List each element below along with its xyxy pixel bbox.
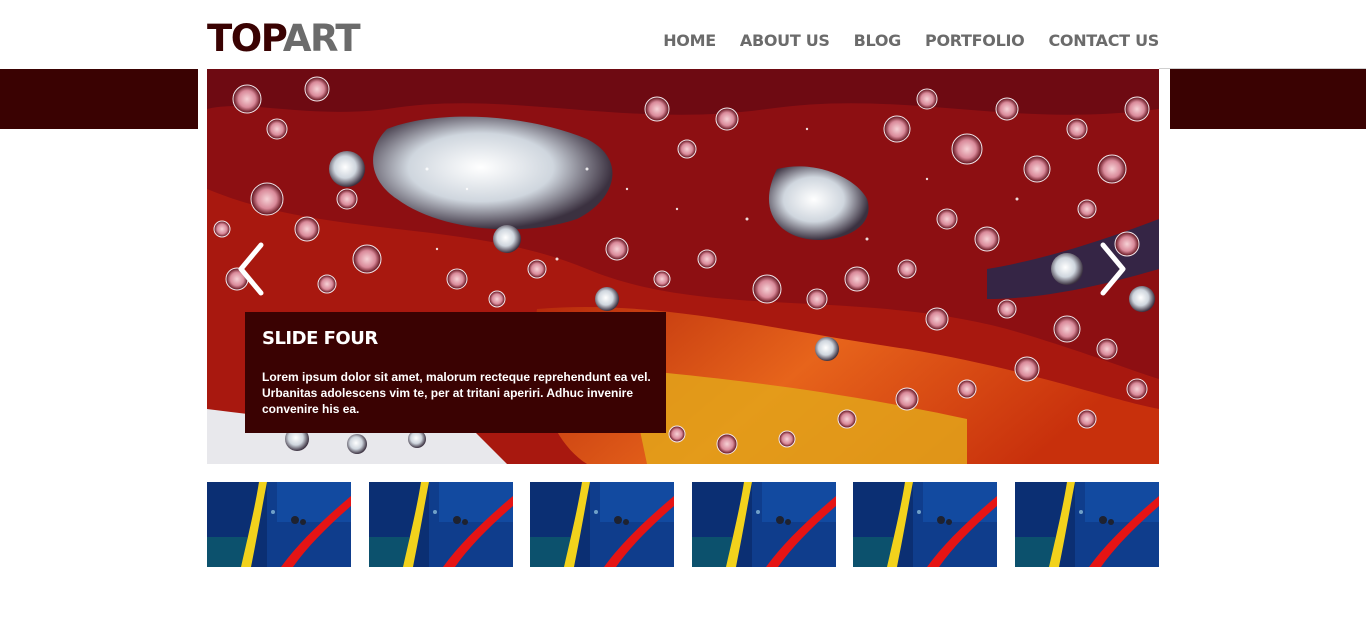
thumbnail-image bbox=[692, 482, 836, 567]
nav-blog[interactable]: BLOG bbox=[854, 31, 902, 50]
thumbnail-1[interactable] bbox=[207, 482, 351, 567]
nav-portfolio[interactable]: PORTFOLIO bbox=[925, 31, 1025, 50]
slide-caption: SLIDE FOUR Lorem ipsum dolor sit amet, m… bbox=[245, 312, 666, 433]
header-divider bbox=[1159, 68, 1366, 69]
thumbnail-image bbox=[1015, 482, 1159, 567]
site-logo[interactable]: TOPART bbox=[207, 17, 361, 60]
nav-contact-us[interactable]: CONTACT US bbox=[1048, 31, 1159, 50]
thumbnail-5[interactable] bbox=[853, 482, 997, 567]
chevron-left-icon bbox=[238, 242, 264, 296]
slide-caption-title: SLIDE FOUR bbox=[262, 328, 378, 349]
page: TOPART HOME ABOUT US BLOG PORTFOLIO CONT… bbox=[0, 0, 1366, 624]
thumbnail-image bbox=[853, 482, 997, 567]
slider-next-button[interactable] bbox=[1093, 239, 1133, 299]
nav-about-us[interactable]: ABOUT US bbox=[740, 31, 830, 50]
header-band-right bbox=[1170, 69, 1366, 129]
slide-caption-text: Lorem ipsum dolor sit amet, malorum rect… bbox=[262, 370, 651, 416]
main-nav: HOME ABOUT US BLOG PORTFOLIO CONTACT US bbox=[663, 31, 1159, 50]
hero-slider[interactable]: SLIDE FOUR Lorem ipsum dolor sit amet, m… bbox=[207, 69, 1159, 464]
thumbnail-6[interactable] bbox=[1015, 482, 1159, 567]
chevron-right-icon bbox=[1100, 242, 1126, 296]
thumbnail-2[interactable] bbox=[369, 482, 513, 567]
thumbnail-3[interactable] bbox=[530, 482, 674, 567]
header-band-left bbox=[0, 69, 198, 129]
thumbnail-image bbox=[207, 482, 351, 567]
logo-text-art: ART bbox=[282, 17, 361, 60]
thumbnail-4[interactable] bbox=[692, 482, 836, 567]
nav-home[interactable]: HOME bbox=[663, 31, 716, 50]
logo-text-top: TOP bbox=[207, 17, 284, 60]
thumbnail-image bbox=[369, 482, 513, 567]
slider-prev-button[interactable] bbox=[231, 239, 271, 299]
thumbnail-strip bbox=[207, 482, 1159, 567]
thumbnail-image bbox=[530, 482, 674, 567]
